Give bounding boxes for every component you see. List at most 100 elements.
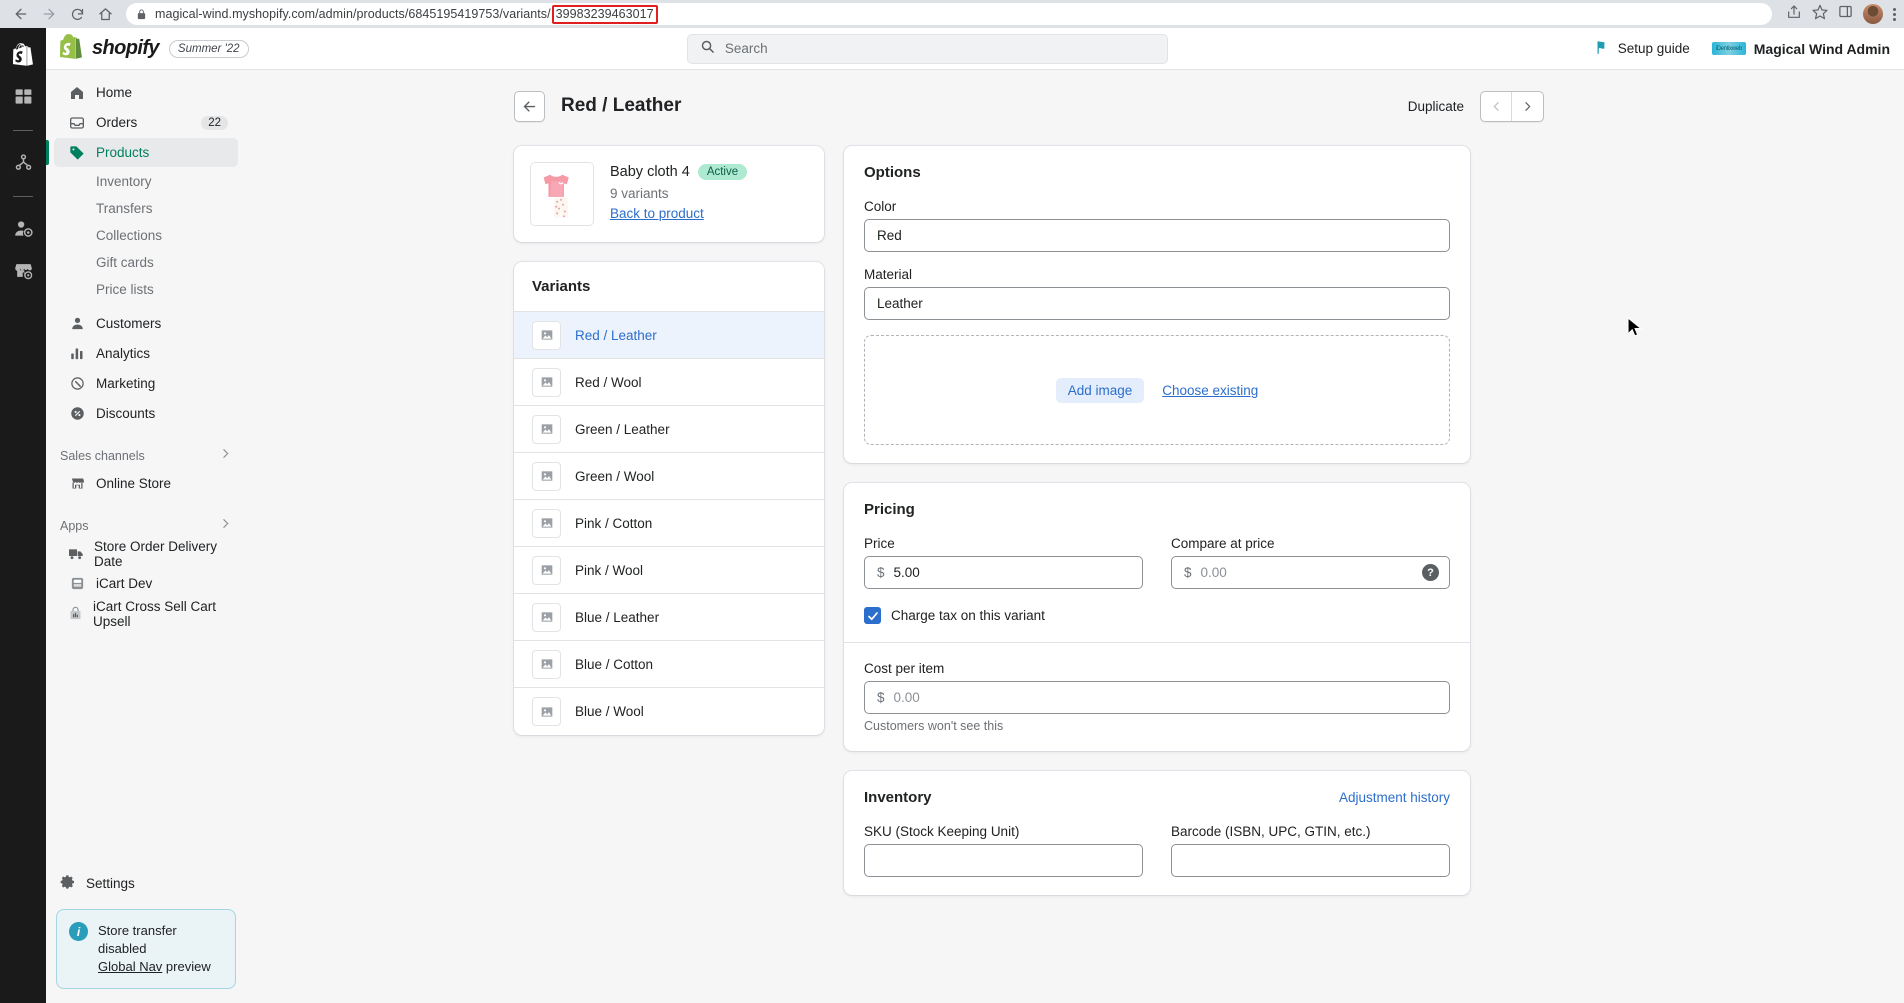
sidebar-item-products[interactable]: Products bbox=[46, 138, 238, 167]
duplicate-button[interactable]: Duplicate bbox=[1408, 99, 1464, 114]
product-name: Baby cloth 4 bbox=[610, 164, 690, 180]
variant-row[interactable]: Red / Leather bbox=[514, 312, 824, 359]
variant-row[interactable]: Green / Wool bbox=[514, 453, 824, 500]
variant-row[interactable]: Blue / Cotton bbox=[514, 641, 824, 688]
question-mark-icon[interactable]: ? bbox=[1422, 564, 1439, 581]
brand-area: shopify Summer '22 bbox=[60, 33, 260, 64]
sidebar-section-apps[interactable]: Apps bbox=[46, 515, 246, 537]
charge-tax-label: Charge tax on this variant bbox=[891, 608, 1045, 623]
divider bbox=[844, 642, 1470, 643]
back-button[interactable] bbox=[514, 90, 545, 122]
product-thumbnail[interactable] bbox=[530, 162, 594, 226]
kebab-menu-icon[interactable] bbox=[1893, 7, 1896, 21]
sidebar-item-icart-dev[interactable]: iCart Dev bbox=[54, 569, 238, 598]
right-column: Options Color Red Material Leather Add i… bbox=[844, 146, 1470, 915]
variant-row[interactable]: Blue / Wool bbox=[514, 688, 824, 735]
sidebar-item-icart-cross-sell-cart-upsell[interactable]: iCart Cross Sell Cart Upsell bbox=[54, 599, 238, 629]
dashboard-grid-icon[interactable] bbox=[6, 79, 40, 113]
choose-existing-link[interactable]: Choose existing bbox=[1162, 383, 1258, 398]
price-value: 5.00 bbox=[893, 565, 920, 580]
previous-variant-button[interactable] bbox=[1481, 91, 1512, 121]
adjustment-history-link[interactable]: Adjustment history bbox=[1339, 790, 1450, 805]
back-to-product-link[interactable]: Back to product bbox=[610, 206, 704, 221]
sidebar-item-collections[interactable]: Collections bbox=[54, 222, 238, 249]
image-placeholder-icon bbox=[532, 367, 561, 397]
variant-pager bbox=[1480, 90, 1544, 122]
sidebar-item-label: Customers bbox=[96, 316, 162, 331]
variant-row[interactable]: Blue / Leather bbox=[514, 594, 824, 641]
browser-toolbar: magical-wind.myshopify.com/admin/product… bbox=[0, 0, 1904, 28]
variant-label: Pink / Cotton bbox=[575, 515, 653, 531]
side-panel-icon[interactable] bbox=[1838, 4, 1853, 24]
global-nav-link[interactable]: Global Nav bbox=[98, 959, 162, 974]
price-input[interactable]: $ 5.00 bbox=[864, 556, 1143, 589]
sidebar-item-online-store[interactable]: Online Store bbox=[54, 469, 238, 498]
banner-line-2-suffix: preview bbox=[162, 959, 211, 974]
forward-arrow-icon[interactable] bbox=[36, 1, 62, 27]
sidebar-item-analytics[interactable]: Analytics bbox=[54, 339, 238, 368]
next-variant-button[interactable] bbox=[1512, 92, 1543, 121]
sidebar-item-transfers[interactable]: Transfers bbox=[54, 195, 238, 222]
chevron-right-icon[interactable] bbox=[219, 447, 232, 465]
sidebar-item-home[interactable]: Home bbox=[54, 78, 238, 107]
shopify-logo-icon[interactable] bbox=[6, 37, 40, 71]
sidebar-nav: Home Orders 22 Products Inventory Transf… bbox=[46, 70, 246, 1003]
image-placeholder-icon bbox=[532, 508, 561, 538]
address-bar[interactable]: magical-wind.myshopify.com/admin/product… bbox=[126, 3, 1772, 25]
sidebar-section-sales-channels[interactable]: Sales channels bbox=[46, 445, 246, 467]
charge-tax-checkbox[interactable] bbox=[864, 607, 881, 624]
sku-input[interactable] bbox=[864, 844, 1143, 877]
sidebar-item-store-order-delivery-date[interactable]: Store Order Delivery Date bbox=[54, 539, 238, 569]
reload-icon[interactable] bbox=[64, 1, 90, 27]
sidebar-item-discounts[interactable]: Discounts bbox=[54, 399, 238, 428]
sidebar-item-gift-cards[interactable]: Gift cards bbox=[54, 249, 238, 276]
pricing-card-title: Pricing bbox=[864, 501, 915, 518]
sidebar-item-price-lists[interactable]: Price lists bbox=[54, 276, 238, 303]
material-input[interactable]: Leather bbox=[864, 287, 1450, 320]
price-label: Price bbox=[864, 536, 895, 551]
variant-row[interactable]: Green / Leather bbox=[514, 406, 824, 453]
variant-label: Pink / Wool bbox=[575, 562, 644, 578]
barcode-field: Barcode (ISBN, UPC, GTIN, etc.) bbox=[1171, 824, 1450, 877]
search-input[interactable]: Search bbox=[686, 33, 1168, 64]
user-settings-icon[interactable] bbox=[6, 211, 40, 245]
store-transfer-banner: i Store transfer disabled Global Nav pre… bbox=[56, 909, 236, 989]
chevron-right-icon[interactable] bbox=[219, 517, 232, 535]
sidebar-item-label: Marketing bbox=[96, 376, 156, 391]
sidebar-item-customers[interactable]: Customers bbox=[54, 309, 238, 338]
browser-actions bbox=[1780, 4, 1896, 25]
charge-tax-row[interactable]: Charge tax on this variant bbox=[864, 607, 1450, 624]
image-dropzone[interactable]: Add image Choose existing bbox=[864, 335, 1450, 445]
share-nodes-icon[interactable] bbox=[6, 145, 40, 179]
compare-at-price-input[interactable]: $ 0.00 ? bbox=[1171, 556, 1450, 589]
variant-row[interactable]: Pink / Wool bbox=[514, 547, 824, 594]
image-placeholder-icon bbox=[532, 649, 561, 679]
setup-guide-button[interactable]: Setup guide bbox=[1595, 40, 1690, 58]
truck-icon bbox=[68, 546, 84, 562]
main-content: Red / Leather Duplicate Baby cloth 4 Act… bbox=[246, 70, 1904, 1003]
banner-line-1: Store transfer disabled bbox=[98, 923, 177, 956]
image-placeholder-icon bbox=[532, 414, 561, 444]
store-settings-icon[interactable] bbox=[6, 253, 40, 287]
home-icon[interactable] bbox=[92, 1, 118, 27]
left-column: Baby cloth 4 Active 9 variants Back to p… bbox=[514, 146, 824, 755]
sidebar-item-inventory[interactable]: Inventory bbox=[54, 168, 238, 195]
add-image-button[interactable]: Add image bbox=[1055, 377, 1145, 403]
variant-row[interactable]: Red / Wool bbox=[514, 359, 824, 406]
sku-label: SKU (Stock Keeping Unit) bbox=[864, 824, 1020, 839]
barcode-input[interactable] bbox=[1171, 844, 1450, 877]
avatar[interactable] bbox=[1863, 4, 1883, 24]
image-placeholder-icon bbox=[532, 555, 561, 585]
sidebar-sub-label: Gift cards bbox=[96, 255, 154, 270]
star-icon[interactable] bbox=[1812, 4, 1828, 25]
store-account-button[interactable]: iDentixweb Magical Wind Admin bbox=[1711, 41, 1890, 57]
share-icon[interactable] bbox=[1786, 4, 1802, 25]
color-input[interactable]: Red bbox=[864, 219, 1450, 252]
back-arrow-icon[interactable] bbox=[8, 1, 34, 27]
options-card: Options Color Red Material Leather Add i… bbox=[844, 146, 1470, 463]
cost-per-item-input[interactable]: $ 0.00 bbox=[864, 681, 1450, 714]
sidebar-item-settings[interactable]: Settings bbox=[46, 867, 246, 899]
variant-row[interactable]: Pink / Cotton bbox=[514, 500, 824, 547]
sidebar-item-orders[interactable]: Orders 22 bbox=[54, 108, 238, 137]
sidebar-item-marketing[interactable]: Marketing bbox=[54, 369, 238, 398]
